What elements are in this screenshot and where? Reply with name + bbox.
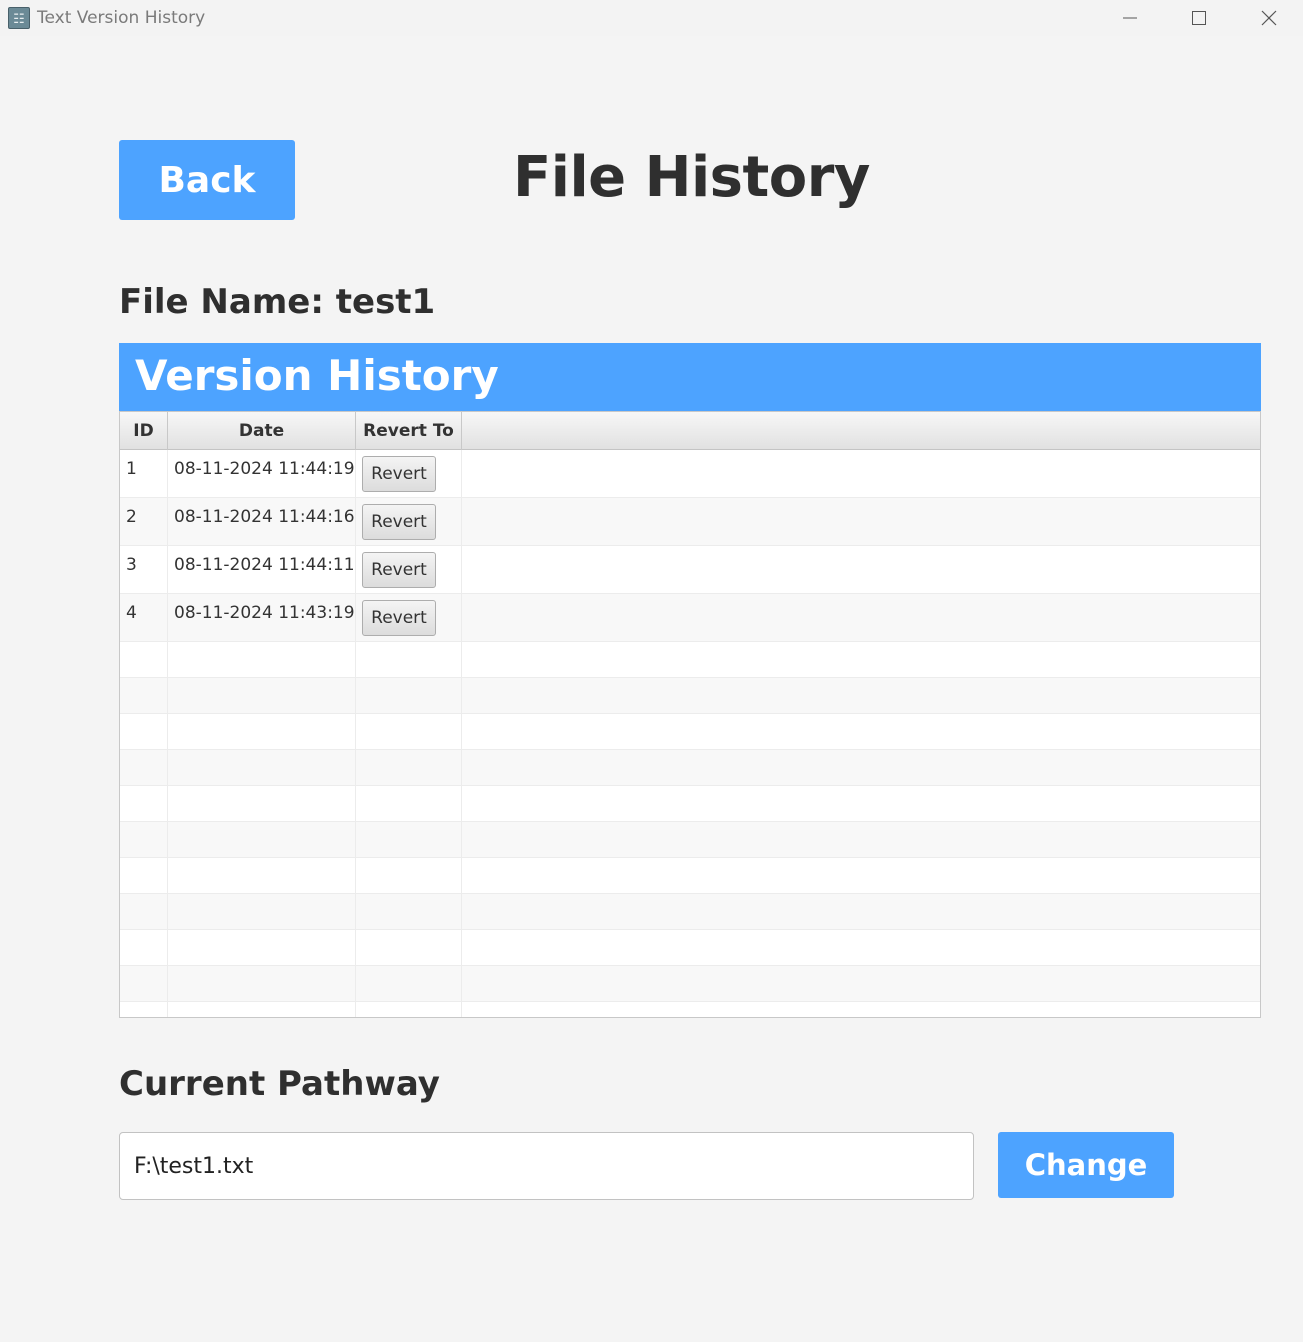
empty-cell <box>168 678 356 713</box>
empty-cell <box>356 822 462 857</box>
empty-cell <box>120 714 168 749</box>
table-row[interactable]: 2 08-11-2024 11:44:16 Revert <box>120 498 1260 546</box>
revert-cell: Revert <box>356 450 462 497</box>
empty-cell <box>120 786 168 821</box>
version-history-header: Version History <box>119 343 1261 411</box>
empty-cell <box>168 858 356 893</box>
empty-row <box>120 930 1260 966</box>
revert-cell: Revert <box>356 546 462 593</box>
empty-cell <box>120 1002 168 1017</box>
empty-row <box>120 822 1260 858</box>
empty-cell <box>120 966 168 1001</box>
table-row[interactable]: 1 08-11-2024 11:44:19 Revert <box>120 450 1260 498</box>
empty-row <box>120 966 1260 1002</box>
revert-button[interactable]: Revert <box>362 600 436 636</box>
id-cell: 1 <box>120 450 168 497</box>
empty-cell <box>168 966 356 1001</box>
table-row[interactable]: 3 08-11-2024 11:44:11 Revert <box>120 546 1260 594</box>
empty-row <box>120 678 1260 714</box>
empty-cell <box>356 714 462 749</box>
filler-cell <box>462 498 1260 545</box>
empty-cell <box>356 894 462 929</box>
empty-cell <box>356 642 462 677</box>
empty-cell <box>168 786 356 821</box>
filler-cell <box>462 546 1260 593</box>
change-button[interactable]: Change <box>998 1132 1174 1198</box>
empty-cell <box>120 678 168 713</box>
date-cell: 08-11-2024 11:44:11 <box>168 546 356 593</box>
empty-row <box>120 714 1260 750</box>
id-cell: 4 <box>120 594 168 641</box>
filler-cell <box>462 594 1260 641</box>
revert-button[interactable]: Revert <box>362 456 436 492</box>
row-date: 08-11-2024 11:44:11 <box>174 555 355 575</box>
page-title: File History <box>513 145 870 210</box>
row-id: 2 <box>126 507 137 527</box>
date-cell: 08-11-2024 11:44:19 <box>168 450 356 497</box>
current-pathway-label: Current Pathway <box>119 1064 440 1104</box>
column-header-revert-to[interactable]: Revert To <box>356 412 462 450</box>
row-id: 3 <box>126 555 137 575</box>
empty-row <box>120 750 1260 786</box>
window-title: Text Version History <box>37 8 206 28</box>
back-button[interactable]: Back <box>119 140 295 220</box>
row-id: 4 <box>126 603 137 623</box>
minimize-icon[interactable] <box>1095 0 1165 36</box>
row-date: 08-11-2024 11:44:19 <box>174 459 355 479</box>
empty-cell <box>120 822 168 857</box>
maximize-icon[interactable] <box>1164 0 1234 36</box>
empty-row <box>120 858 1260 894</box>
empty-cell <box>356 750 462 785</box>
column-header-filler <box>462 412 1260 450</box>
row-id: 1 <box>126 459 137 479</box>
file-name-label: File Name: test1 <box>119 282 436 322</box>
empty-row <box>120 642 1260 678</box>
empty-row <box>120 1002 1260 1017</box>
revert-button[interactable]: Revert <box>362 504 436 540</box>
version-history-table: ID Date Revert To 1 08-11-2024 11:44:19 … <box>119 411 1261 1018</box>
app-icon: ☷ <box>8 7 30 29</box>
empty-cell <box>120 930 168 965</box>
empty-row <box>120 786 1260 822</box>
close-icon[interactable] <box>1234 0 1303 36</box>
empty-cell <box>168 750 356 785</box>
empty-cell <box>356 786 462 821</box>
title-bar: ☷ Text Version History <box>0 0 1303 36</box>
empty-cell <box>168 714 356 749</box>
empty-cell <box>168 894 356 929</box>
empty-cell <box>120 858 168 893</box>
row-date: 08-11-2024 11:44:16 <box>174 507 355 527</box>
id-cell: 3 <box>120 546 168 593</box>
empty-cell <box>356 1002 462 1017</box>
empty-cell <box>356 858 462 893</box>
empty-cell <box>356 678 462 713</box>
version-history-title: Version History <box>135 351 499 400</box>
revert-button[interactable]: Revert <box>362 552 436 588</box>
revert-cell: Revert <box>356 594 462 641</box>
empty-cell <box>356 966 462 1001</box>
empty-row <box>120 894 1260 930</box>
empty-cell <box>356 930 462 965</box>
date-cell: 08-11-2024 11:44:16 <box>168 498 356 545</box>
date-cell: 08-11-2024 11:43:19 <box>168 594 356 641</box>
empty-cell <box>120 642 168 677</box>
filler-cell <box>462 450 1260 497</box>
column-header-date[interactable]: Date <box>168 412 356 450</box>
revert-cell: Revert <box>356 498 462 545</box>
empty-cell <box>168 642 356 677</box>
row-date: 08-11-2024 11:43:19 <box>174 603 355 623</box>
id-cell: 2 <box>120 498 168 545</box>
column-header-id[interactable]: ID <box>120 412 168 450</box>
empty-cell <box>168 822 356 857</box>
pathway-input[interactable] <box>119 1132 974 1200</box>
empty-cell <box>168 930 356 965</box>
table-row[interactable]: 4 08-11-2024 11:43:19 Revert <box>120 594 1260 642</box>
empty-cell <box>120 894 168 929</box>
table-header: ID Date Revert To <box>120 412 1260 450</box>
empty-cell <box>168 1002 356 1017</box>
empty-cell <box>120 750 168 785</box>
